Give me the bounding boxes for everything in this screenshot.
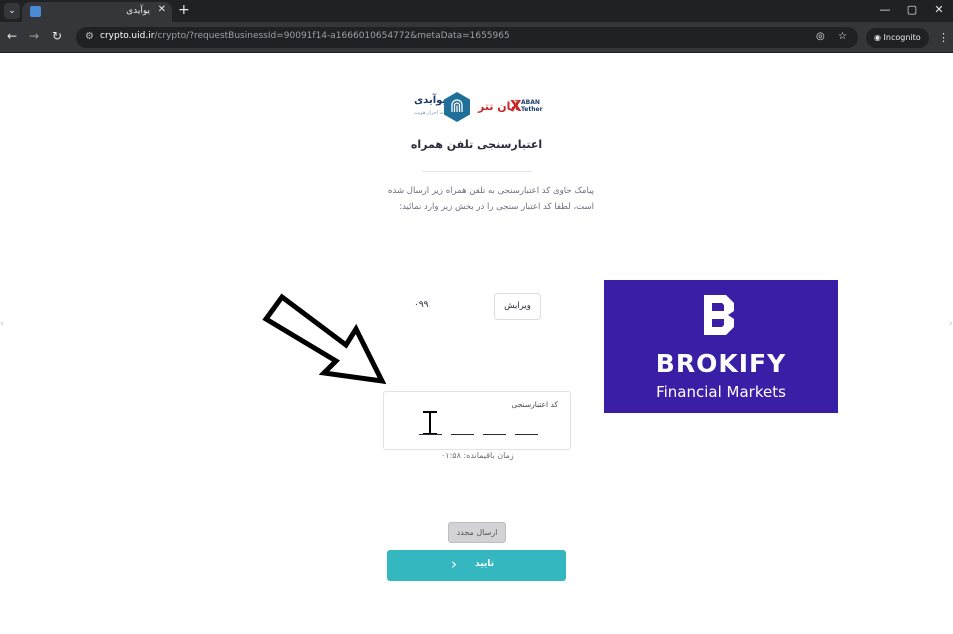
countdown-timer: زمان باقیمانده: ۰۱:۵۸ (441, 451, 514, 460)
fingerprint-icon (444, 92, 470, 122)
address-bar[interactable]: ⚙ crypto.uid.ir/crypto/?requestBusinessI… (76, 27, 858, 48)
incognito-label: Incognito (883, 33, 921, 42)
uid-logo-text: یوآیدی (414, 95, 447, 106)
brokify-ad-banner[interactable]: BROKIFY Financial Markets (604, 280, 838, 413)
aban-tether-logo: آبان تتر X ABAN Tether (478, 97, 544, 117)
aban-logo-x: X (510, 97, 522, 115)
confirm-label: تایید (475, 559, 495, 569)
browser-toolbar: ← → ↻ ⚙ crypto.uid.ir/crypto/?requestBus… (0, 22, 953, 53)
aban-logo-en: ABAN Tether (521, 99, 543, 113)
address-url: crypto.uid.ir/crypto/?requestBusinessId=… (100, 31, 510, 41)
chevron-left-icon: ‹ (451, 555, 457, 573)
eye-off-icon[interactable]: ◎ (816, 31, 825, 42)
ad-tagline: Financial Markets (656, 383, 786, 401)
phone-number: ۰۹۹ (414, 300, 429, 310)
close-window-icon[interactable]: ✕ (929, 3, 949, 16)
title-divider (422, 171, 532, 172)
minimize-icon[interactable]: — (875, 3, 895, 16)
instructions-text: پیامک حاوی کد اعتبارسنجی به تلفن همراه ز… (388, 186, 594, 212)
site-info-icon[interactable]: ⚙ (85, 31, 94, 42)
favicon-icon (30, 6, 41, 17)
maximize-icon[interactable]: ▢ (902, 3, 922, 16)
tab-title: یوآیدی (126, 6, 150, 16)
reload-icon[interactable]: ↻ (49, 29, 65, 43)
tab-search-button[interactable]: ⌄ (4, 3, 20, 19)
arrow-pointer-icon (262, 293, 386, 385)
code-field-label: کد اعتبارسنجی (511, 400, 558, 409)
incognito-badge[interactable]: ◉ Incognito (866, 28, 929, 48)
new-tab-button[interactable]: + (178, 2, 190, 18)
brokify-logo-icon (704, 295, 734, 335)
star-icon[interactable]: ☆ (838, 31, 847, 42)
left-edge-marker: ‹ (0, 319, 4, 329)
confirm-button[interactable]: تایید ‹ (387, 550, 566, 581)
forward-icon[interactable]: → (26, 29, 42, 43)
resend-code-button[interactable]: ارسال مجدد (448, 522, 506, 543)
verification-code-field[interactable]: کد اعتبارسنجی (383, 391, 571, 450)
page-title: اعتبارسنجی تلفن همراه (410, 138, 543, 151)
partner-logos: یوآیدی سامانه احراز هویت آبان تتر X ABAN… (414, 91, 544, 125)
incognito-icon: ◉ (874, 33, 884, 42)
close-tab-icon[interactable]: ✕ (158, 4, 166, 15)
page-content: ‹ › یوآیدی سامانه احراز هویت آبان تتر X … (0, 53, 953, 634)
ad-brand-name: BROKIFY (655, 349, 787, 378)
browser-tab[interactable]: یوآیدی ✕ (22, 2, 172, 22)
code-digit-slot[interactable] (483, 434, 506, 435)
back-icon[interactable]: ← (4, 29, 20, 43)
text-cursor-icon (423, 410, 437, 436)
right-edge-marker: › (949, 319, 953, 329)
code-digit-slot[interactable] (419, 434, 442, 435)
edit-phone-button[interactable]: ویرایش (494, 293, 541, 320)
menu-icon[interactable]: ⋮ (938, 31, 949, 44)
code-digit-slot[interactable] (515, 434, 538, 435)
code-digit-slot[interactable] (451, 434, 474, 435)
browser-tab-strip: ⌄ یوآیدی ✕ + — ▢ ✕ (0, 0, 953, 22)
